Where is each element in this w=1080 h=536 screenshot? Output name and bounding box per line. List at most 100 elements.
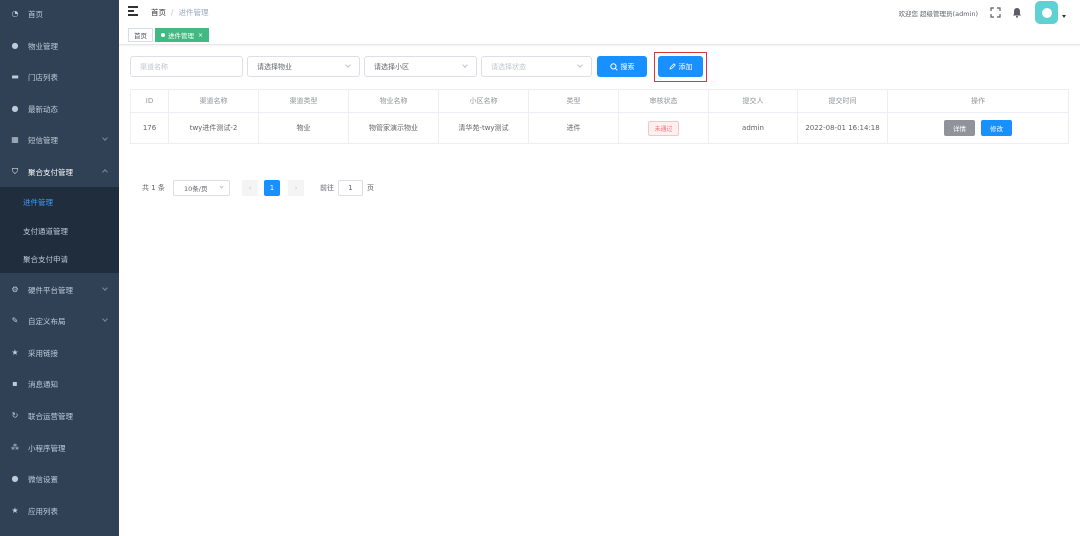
- chevron-down-icon: [345, 62, 351, 68]
- property-select-placeholder: 请选择物业: [257, 62, 292, 71]
- shield-icon: ⛉: [12, 167, 18, 176]
- submenu-item-label: 支付通道管理: [23, 226, 68, 236]
- submenu-aggregate-pay: 进件管理 支付通道管理 聚合支付申请: [0, 187, 119, 273]
- sidebar-item-miniapp[interactable]: ⁂ 小程序管理: [0, 432, 119, 464]
- tags-view: 首页 进件管理 ×: [119, 26, 1080, 45]
- search-button[interactable]: 搜索: [597, 56, 647, 77]
- next-page-button[interactable]: ›: [288, 180, 304, 196]
- sidebar-item-home[interactable]: ◔ 首页: [0, 0, 119, 30]
- sidebar-item-joint-ops[interactable]: ↻ 联合运营管理: [0, 400, 119, 432]
- hamburger-icon[interactable]: [128, 6, 140, 16]
- cell-actions: 详情 修改: [887, 113, 1069, 143]
- data-table: ID 渠道名称 渠道类型 物业名称 小区名称 类型 审核状态 提交人 提交时间 …: [130, 89, 1069, 144]
- column-header: 物业名称: [348, 90, 438, 112]
- breadcrumb: 首页 / 进件管理: [151, 7, 209, 18]
- pagination-total: 共 1 条: [142, 184, 165, 192]
- chevron-down-icon: [102, 135, 108, 141]
- sidebar-item-label: 小程序管理: [28, 443, 66, 453]
- welcome-text: 欢迎您 超级管理员(admin): [898, 10, 978, 18]
- tag-incoming[interactable]: 进件管理 ×: [155, 28, 210, 42]
- breadcrumb-current: 进件管理: [178, 8, 209, 17]
- goto-label: 前往: [320, 184, 334, 192]
- add-button-label: 添加: [678, 62, 693, 71]
- sidebar-item-layout[interactable]: ✎ 自定义布局: [0, 305, 119, 337]
- cell-community-name: 清华苑-twy测试: [438, 113, 528, 143]
- column-header: 小区名称: [438, 90, 528, 112]
- sidebar-item-stores[interactable]: ▬ 门店列表: [0, 61, 119, 93]
- cell-property-name: 物管家演示物业: [348, 113, 438, 143]
- submenu-item-channels[interactable]: 支付通道管理: [0, 217, 119, 245]
- close-icon[interactable]: ×: [198, 32, 203, 39]
- chevron-down-icon: [219, 184, 224, 189]
- status-badge: 未通过: [648, 120, 679, 136]
- caret-down-icon[interactable]: [1062, 15, 1066, 18]
- sidebar-item-hardware[interactable]: ⚙ 硬件平台管理: [0, 274, 119, 306]
- goto-page-input[interactable]: 1: [338, 180, 363, 196]
- column-header: 类型: [528, 90, 618, 112]
- sidebar-item-messages[interactable]: ▪ 消息通知: [0, 368, 119, 400]
- pencil-icon: ✎: [11, 316, 19, 325]
- search-button-label: 搜索: [620, 62, 635, 71]
- cell-channel-name: twy进件测试-2: [168, 113, 258, 143]
- sidebar-item-label: 物业管理: [28, 41, 58, 51]
- sidebar-item-label: 微信设置: [28, 474, 58, 484]
- network-icon: ⁂: [11, 443, 19, 452]
- column-header: 审核状态: [618, 90, 708, 112]
- grid-icon: ▦: [11, 135, 19, 144]
- chevron-left-icon: ‹: [248, 184, 252, 192]
- cell-status: 未通过: [618, 113, 708, 143]
- status-select[interactable]: 请选择状态: [481, 56, 592, 77]
- channel-name-input[interactable]: 渠道名称: [130, 56, 243, 77]
- cell-id: 176: [130, 113, 168, 143]
- status-select-placeholder: 请选择状态: [491, 62, 526, 71]
- add-button[interactable]: 添加: [658, 56, 703, 77]
- search-icon: [609, 62, 618, 71]
- column-header: 操作: [887, 90, 1069, 112]
- star-icon: ★: [11, 348, 19, 357]
- breadcrumb-home[interactable]: 首页: [151, 7, 166, 18]
- column-header: ID: [130, 90, 168, 112]
- detail-button[interactable]: 详情: [944, 120, 975, 136]
- sidebar-item-aggregate-pay[interactable]: ⛉ 聚合支付管理: [0, 156, 119, 188]
- chevron-down-icon: [462, 62, 468, 68]
- sidebar: ◔ 首页 ● 物业管理 ▬ 门店列表 ● 最新动态 ▦ 短信管理 ⛉ 聚合支付管…: [0, 0, 119, 536]
- cell-submit-time: 2022-08-01 16:14:18: [797, 113, 887, 143]
- sidebar-item-label: 自定义布局: [28, 316, 66, 326]
- community-select[interactable]: 请选择小区: [364, 56, 477, 77]
- chevron-down-icon: [102, 316, 108, 322]
- submenu-item-label: 进件管理: [23, 197, 53, 207]
- submenu-item-apply[interactable]: 聚合支付申请: [0, 245, 119, 273]
- tag-home[interactable]: 首页: [128, 28, 153, 42]
- breadcrumb-separator: /: [171, 8, 174, 17]
- sidebar-item-apps[interactable]: ★ 应用列表: [0, 495, 119, 527]
- chevron-up-icon: [102, 169, 108, 175]
- page-number[interactable]: 1: [264, 180, 280, 196]
- sidebar-item-label: 消息通知: [28, 379, 58, 389]
- bell-icon[interactable]: [1011, 6, 1023, 18]
- page-size-select[interactable]: 10条/页: [173, 180, 230, 196]
- edit-icon: [668, 63, 676, 70]
- sidebar-item-property[interactable]: ● 物业管理: [0, 30, 119, 62]
- fullscreen-icon[interactable]: [989, 6, 1001, 18]
- edit-button[interactable]: 修改: [981, 120, 1012, 136]
- prev-page-button[interactable]: ‹: [242, 180, 258, 196]
- cell-channel-type: 物业: [258, 113, 348, 143]
- sidebar-item-label: 硬件平台管理: [28, 285, 73, 295]
- dashboard-icon: ◔: [11, 9, 19, 18]
- column-header: 渠道名称: [168, 90, 258, 112]
- sidebar-item-links[interactable]: ★ 采用链接: [0, 337, 119, 369]
- star-icon: ★: [11, 506, 19, 515]
- sidebar-item-label: 首页: [28, 9, 43, 19]
- user-icon: ●: [11, 41, 19, 50]
- community-select-placeholder: 请选择小区: [374, 62, 409, 71]
- column-header: 提交人: [708, 90, 797, 112]
- avatar[interactable]: [1035, 1, 1058, 24]
- tag-label: 进件管理: [168, 32, 194, 40]
- sidebar-item-news[interactable]: ● 最新动态: [0, 93, 119, 125]
- table-header: ID 渠道名称 渠道类型 物业名称 小区名称 类型 审核状态 提交人 提交时间 …: [130, 89, 1069, 113]
- sidebar-item-wechat[interactable]: ● 微信设置: [0, 463, 119, 495]
- submenu-item-incoming[interactable]: 进件管理: [0, 188, 119, 216]
- cell-submitter: admin: [708, 113, 797, 143]
- sidebar-item-sms[interactable]: ▦ 短信管理: [0, 124, 119, 156]
- property-select[interactable]: 请选择物业: [247, 56, 360, 77]
